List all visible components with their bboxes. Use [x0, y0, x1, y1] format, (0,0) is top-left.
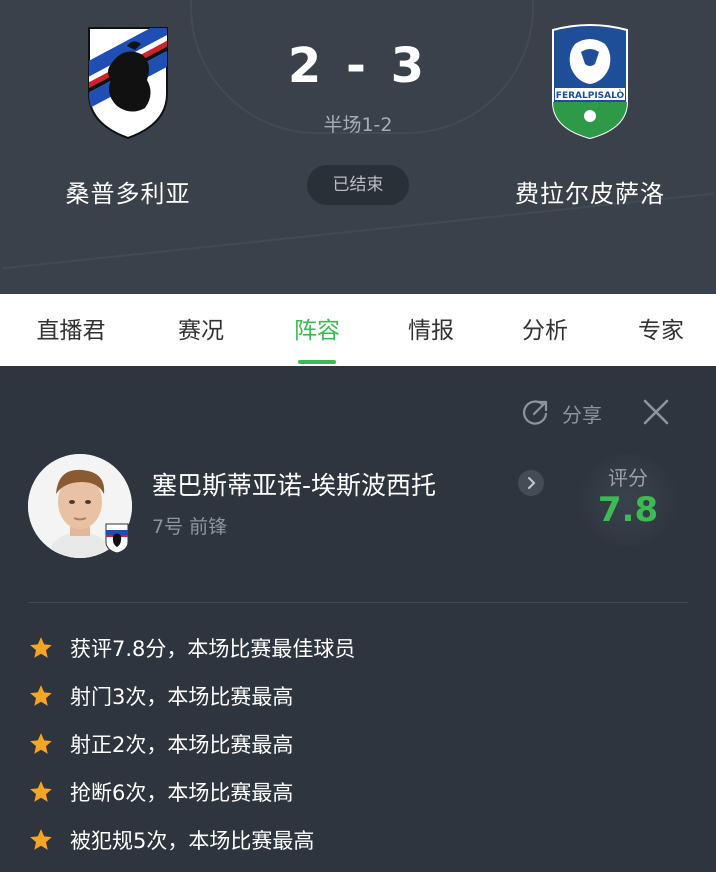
match-score: 2 - 3: [287, 38, 429, 94]
highlight-text: 获评7.8分，本场比赛最佳球员: [70, 637, 356, 661]
highlight-text: 抢断6次，本场比赛最高: [70, 781, 294, 805]
close-icon[interactable]: [640, 396, 672, 428]
star-icon: [30, 829, 52, 850]
tab-label: 分析: [522, 318, 568, 344]
club-badge-icon: [105, 523, 129, 554]
tab-intel[interactable]: 情报: [376, 294, 486, 366]
tab-live[interactable]: 直播君: [16, 294, 126, 366]
star-icon: [30, 637, 52, 658]
tab-label: 情报: [408, 318, 454, 344]
match-header: 桑普多利亚 2 - 3 半场1-2 已结束 FERALPISALÒ 费拉尔皮萨洛: [0, 0, 716, 294]
home-team-name: 桑普多利亚: [65, 180, 191, 208]
player-detail-panel: 分享 塞巴斯蒂亚诺-埃斯波西托 7号 前锋 评分 7.8 获评7.8分，本场比赛…: [0, 366, 716, 872]
player-number-position: 7号 前锋: [152, 516, 228, 538]
star-icon: [30, 685, 52, 706]
share-label: 分享: [562, 402, 602, 427]
list-item: 射正2次，本场比赛最高: [28, 720, 688, 768]
share-icon: [523, 400, 548, 425]
share-button[interactable]: 分享: [520, 398, 602, 428]
match-tabs: 直播君 赛况 阵容 情报 分析 专家: [0, 294, 716, 366]
list-item: 获评7.8分，本场比赛最佳球员: [28, 624, 688, 672]
tab-label: 阵容: [294, 318, 340, 344]
match-status-badge: 已结束: [307, 165, 409, 205]
tab-label: 赛况: [178, 318, 224, 344]
list-item: 射门3次，本场比赛最高: [28, 672, 688, 720]
active-tab-indicator: [298, 360, 336, 364]
home-team[interactable]: 桑普多利亚: [18, 24, 238, 208]
tab-events[interactable]: 赛况: [146, 294, 256, 366]
divider: [28, 602, 688, 603]
player-name[interactable]: 塞巴斯蒂亚诺-埃斯波西托: [152, 466, 436, 502]
highlight-text: 被犯规5次，本场比赛最高: [70, 829, 315, 853]
tab-experts[interactable]: 专家: [606, 294, 716, 366]
feralpisalo-crest-icon: FERALPISALÒ: [552, 24, 628, 140]
highlight-text: 射正2次，本场比赛最高: [70, 733, 294, 757]
chevron-right-icon[interactable]: [518, 470, 544, 496]
away-team[interactable]: FERALPISALÒ 费拉尔皮萨洛: [480, 24, 700, 208]
rating-label: 评分: [608, 466, 648, 490]
rating-value: 7.8: [597, 490, 659, 530]
halftime-score: 半场1-2: [323, 114, 393, 136]
tab-label: 直播君: [36, 318, 106, 344]
list-item: 被犯规5次，本场比赛最高: [28, 816, 688, 864]
sampdoria-crest-icon: [88, 27, 168, 140]
star-icon: [30, 733, 52, 754]
tab-lineup[interactable]: 阵容: [262, 294, 372, 366]
svg-text:FERALPISALÒ: FERALPISALÒ: [556, 89, 625, 101]
tab-analysis[interactable]: 分析: [490, 294, 600, 366]
star-icon: [30, 781, 52, 802]
player-rating: 评分 7.8: [576, 454, 680, 546]
list-item: 抢断6次，本场比赛最高: [28, 768, 688, 816]
highlight-text: 射门3次，本场比赛最高: [70, 685, 294, 709]
highlights-list: 获评7.8分，本场比赛最佳球员 射门3次，本场比赛最高 射正2次，本场比赛最高 …: [28, 624, 688, 864]
tab-label: 专家: [638, 318, 684, 344]
away-team-name: 费拉尔皮萨洛: [515, 180, 665, 208]
